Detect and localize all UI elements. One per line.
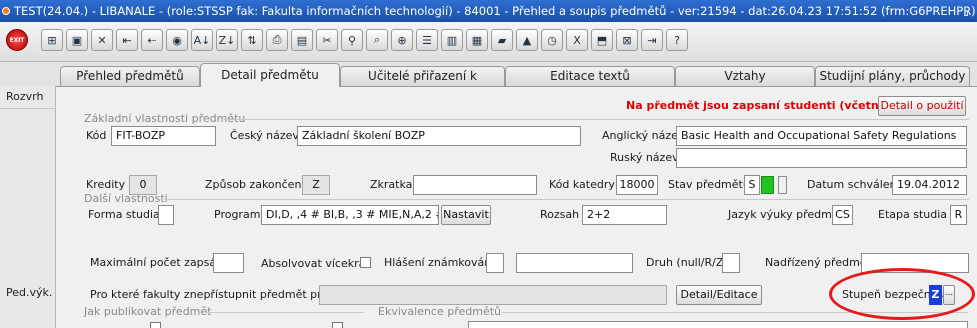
kod-katedry-label: Kód katedry: [549, 178, 615, 191]
app-icon: [2, 7, 10, 15]
programy-label: Programy: [214, 208, 267, 221]
query-icon[interactable]: ◉: [166, 29, 188, 51]
form-icon[interactable]: ▥: [441, 29, 463, 51]
kredity-label: Kredity: [86, 178, 126, 191]
hlaseni-text-field[interactable]: [516, 253, 633, 273]
rail-rozvrh[interactable]: Rozvrh: [6, 90, 43, 103]
stav-indicator: [761, 176, 774, 194]
tab-vztahy[interactable]: Vztahy: [675, 66, 815, 86]
excel-icon[interactable]: X: [566, 29, 588, 51]
list-icon[interactable]: ☰: [416, 29, 438, 51]
sort-asc-icon[interactable]: A↓: [191, 29, 213, 51]
multisort-icon[interactable]: ⇅: [241, 29, 263, 51]
delete-record-icon[interactable]: ✕: [91, 29, 113, 51]
kod-label: Kód: [86, 129, 107, 142]
tab-ucitele[interactable]: Učitelé přiřazení k předmětu: [340, 66, 505, 102]
max-zapsani-field[interactable]: [213, 253, 244, 273]
publish-checkbox-1[interactable]: [150, 322, 161, 328]
rusky-nazev-label: Ruský název: [610, 151, 679, 164]
sort-desc-icon[interactable]: Z↓: [216, 29, 238, 51]
group-publish-label: Jak publikovat předmět: [84, 305, 212, 318]
triangle-icon[interactable]: ▲: [516, 29, 538, 51]
datum-schvaleni-label: Datum schválení: [807, 178, 900, 191]
etapa-studia-field[interactable]: R: [950, 205, 967, 225]
hlaseni-code-field[interactable]: [486, 253, 504, 273]
rozsah-label: Rozsah: [540, 208, 580, 221]
equiv-field[interactable]: [468, 321, 968, 328]
forma-studia-label: Forma studia: [88, 208, 160, 221]
anglicky-nazev-field[interactable]: Basic Health and Occupational Safety Reg…: [676, 126, 967, 146]
max-zapsani-label: Maximální počet zapsání: [90, 256, 227, 269]
stupen-lov-button[interactable]: ...: [943, 285, 955, 305]
rozsah-field[interactable]: 2+2: [582, 205, 667, 225]
grid-icon[interactable]: ⊠: [616, 29, 638, 51]
tab-studijni-plany[interactable]: Studijní plány, průchody: [815, 66, 970, 86]
kod-field[interactable]: FIT-BOZP: [111, 126, 216, 146]
group-basic-label: Základní vlastnosti předmětu: [84, 112, 246, 125]
insert-record-icon[interactable]: ⊞: [41, 29, 63, 51]
group-equiv-label: Ekvivalence předmětů: [378, 305, 502, 318]
druh-label: Druh (null/R/Z): [646, 256, 728, 269]
save-icon[interactable]: ▣: [66, 29, 88, 51]
cut-icon[interactable]: ✂: [316, 29, 338, 51]
clock-icon[interactable]: ◷: [541, 29, 563, 51]
stupen-bezpecnosti-field[interactable]: Z: [929, 285, 942, 305]
tab-strip: Přehled předmětů Detail předmětu Učitelé…: [0, 62, 977, 102]
help-icon[interactable]: ?: [666, 29, 688, 51]
tab-editace-textu[interactable]: Editace textů: [505, 66, 675, 86]
exit-form-icon[interactable]: ⇥: [641, 29, 663, 51]
chart-icon[interactable]: ▰: [491, 29, 513, 51]
jazyk-vyuky-field[interactable]: CS: [832, 205, 853, 225]
zpusob-zakonceni-label: Způsob zakončení: [205, 178, 305, 191]
group-other-label: Další vlastnosti: [84, 192, 168, 205]
preview-icon[interactable]: ▤: [291, 29, 313, 51]
detail-panel: Na předmět jsou zapsaní studenti (včetně…: [56, 86, 977, 328]
etapa-studia-label: Etapa studia: [878, 208, 948, 221]
stav-predmetu-field[interactable]: S: [744, 175, 760, 195]
tab-detail-predmetu[interactable]: Detail předmětu: [200, 63, 340, 87]
rusky-nazev-field[interactable]: [676, 148, 967, 168]
resize-icon[interactable]: ⌟: [963, 0, 969, 22]
stav-lov-box[interactable]: [778, 176, 787, 194]
previous-block-icon[interactable]: ⇠: [141, 29, 163, 51]
zpusob-zakonceni-field[interactable]: Z: [302, 175, 330, 195]
zoom-icon[interactable]: ⊕: [391, 29, 413, 51]
forma-studia-field[interactable]: [158, 205, 174, 225]
zkratka-label: Zkratka: [370, 178, 413, 191]
students-warning: Na předmět jsou zapsaní studenti (včetně…: [626, 99, 916, 112]
vicekrat-label: Absolvovat vícekrát: [261, 257, 370, 270]
anglicky-nazev-label: Anglický název: [602, 129, 685, 142]
nadrizeny-field[interactable]: [861, 253, 969, 273]
toolbar: EXIT ⊞ ▣ ✕ ⇤ ⇠ ◉ A↓ Z↓ ⇅ ⎙ ▤ ✂ ⚲ ⌕ ⊕ ☰ ▥ ▦ ▰ ▲ ◷ X ⬒ ⊠ ⇥?: [0, 22, 977, 62]
filter-icon[interactable]: ⚲: [341, 29, 363, 51]
first-record-icon[interactable]: ⇤: [116, 29, 138, 51]
detail-o-pouziti-button[interactable]: Detail o použití: [878, 96, 966, 116]
fakulty-field[interactable]: [319, 285, 667, 305]
print-icon[interactable]: ⎙: [266, 29, 288, 51]
export-icon[interactable]: ⬒: [591, 29, 613, 51]
report-icon[interactable]: ▦: [466, 29, 488, 51]
datum-schvaleni-field[interactable]: 19.04.2012: [892, 175, 967, 195]
exit-button[interactable]: EXIT: [6, 29, 28, 51]
rail-ped-vyk[interactable]: Ped.výk.: [6, 286, 52, 299]
search-icon[interactable]: ⌕: [366, 29, 388, 51]
zkratka-field[interactable]: [413, 175, 537, 195]
nadrizeny-label: Nadřízený předmět: [765, 256, 871, 269]
nastavit-button[interactable]: Nastavit: [441, 205, 491, 225]
stav-predmetu-label: Stav předmětu: [668, 178, 750, 191]
detail-editace-button[interactable]: Detail/Editace: [676, 285, 762, 305]
window-title: TEST(24.04.) - LIBANALE - (role:STSSP fa…: [14, 4, 976, 18]
cesky-nazev-field[interactable]: Základní školení BOZP: [297, 126, 581, 146]
window-title-bar: TEST(24.04.) - LIBANALE - (role:STSSP fa…: [0, 0, 977, 22]
publish-checkbox-2[interactable]: [332, 322, 343, 328]
tab-prehled-predmetu[interactable]: Přehled předmětů: [60, 66, 200, 86]
vicekrat-checkbox[interactable]: [360, 257, 371, 268]
hlaseni-label: Hlášení známkování: [384, 256, 495, 269]
druh-field[interactable]: [722, 253, 740, 273]
programy-field[interactable]: DI,D, ,4 # BI,B, ,3 # MIE,N,A,2 # DIE,D: [261, 205, 439, 225]
left-rail: Rozvrh Ped.výk.: [0, 86, 56, 328]
kod-katedry-field[interactable]: 18000: [616, 175, 658, 195]
cesky-nazev-label: Český název: [230, 129, 299, 142]
